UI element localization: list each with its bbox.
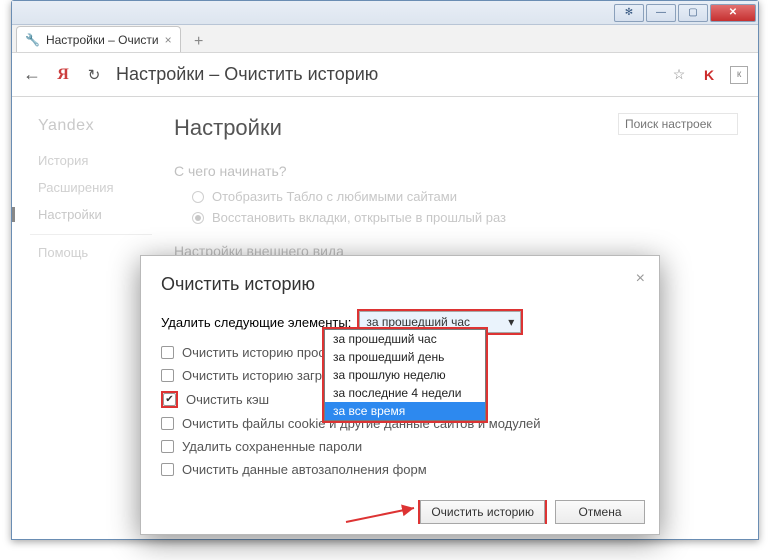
radio-restore-tabs[interactable]: Восстановить вкладки, открытые в прошлый… [192, 210, 736, 225]
sidebar-item-extensions[interactable]: Расширения [38, 180, 152, 195]
checkbox-label: Очистить кэш [186, 392, 269, 407]
bookmark-star-icon[interactable]: ☆ [670, 66, 688, 84]
browser-window: ✻ — ▢ ✕ 🔧 Настройки – Очисти × + ← Я ↻ Н… [11, 0, 759, 540]
extension-icon[interactable]: к [730, 66, 748, 84]
wrench-icon: 🔧 [25, 33, 40, 47]
clear-button-highlight: Очистить историю [418, 500, 547, 524]
brand-label: Yandex [38, 117, 152, 135]
tab-strip: 🔧 Настройки – Очисти × + [12, 25, 758, 53]
search-input-field[interactable] [618, 113, 738, 135]
dropdown-option-week[interactable]: за прошлую неделю [325, 366, 485, 384]
sidebar-item-history[interactable]: История [38, 153, 152, 168]
section-startup: С чего начинать? [174, 163, 736, 179]
sidebar-item-settings[interactable]: Настройки [38, 207, 152, 222]
checkbox-label: Удалить сохраненные пароли [182, 439, 362, 454]
dropdown-option-hour[interactable]: за прошедший час [325, 330, 485, 348]
tab-settings[interactable]: 🔧 Настройки – Очисти × [16, 26, 181, 52]
radio-show-tablo[interactable]: Отобразить Табло с любимыми сайтами [192, 189, 736, 204]
checkbox-icon [161, 346, 174, 359]
back-button[interactable]: ← [22, 65, 42, 85]
radio-icon [192, 191, 204, 203]
minimize-button[interactable]: — [646, 4, 676, 22]
checkbox-clear-autofill[interactable]: Очистить данные автозаполнения форм [161, 462, 639, 477]
dropdown-option-all-time[interactable]: за все время [325, 402, 485, 420]
chevron-down-icon: ▾ [508, 315, 514, 329]
checkbox-icon [163, 393, 176, 406]
cache-highlight [161, 391, 178, 408]
dialog-title: Очистить историю [161, 274, 639, 295]
sidebar-item-help[interactable]: Помощь [38, 245, 152, 260]
radio-label: Отобразить Табло с любимыми сайтами [212, 189, 457, 204]
time-range-dropdown: за прошедший час за прошедший день за пр… [322, 327, 488, 423]
checkbox-clear-passwords[interactable]: Удалить сохраненные пароли [161, 439, 639, 454]
checkbox-label: Очистить данные автозаполнения форм [182, 462, 427, 477]
reload-button[interactable]: ↻ [84, 65, 104, 85]
checkbox-icon [161, 463, 174, 476]
dialog-button-row: Очистить историю Отмена [418, 500, 645, 524]
settings-window-button[interactable]: ✻ [614, 4, 644, 22]
maximize-button[interactable]: ▢ [678, 4, 708, 22]
dropdown-option-4weeks[interactable]: за последние 4 недели [325, 384, 485, 402]
toolbar: ← Я ↻ Настройки – Очистить историю ☆ K к [12, 53, 758, 97]
search-settings-input[interactable] [618, 113, 738, 135]
checkbox-icon [161, 440, 174, 453]
new-tab-button[interactable]: + [187, 32, 211, 52]
sidebar: Yandex История Расширения Настройки Помо… [12, 97, 152, 539]
titlebar: ✻ — ▢ ✕ [12, 1, 758, 25]
checkbox-label: Очистить историю загруз [182, 368, 334, 383]
yandex-logo-icon: Я [54, 66, 72, 84]
radio-icon [192, 212, 204, 224]
kaspersky-icon[interactable]: K [700, 66, 718, 84]
checkbox-icon [161, 369, 174, 382]
window-close-button[interactable]: ✕ [710, 4, 756, 22]
checkbox-label: Очистить историю просм [182, 345, 334, 360]
clear-history-button[interactable]: Очистить историю [420, 500, 545, 524]
dialog-close-button[interactable]: × [636, 270, 645, 288]
checkbox-icon [161, 417, 174, 430]
address-text[interactable]: Настройки – Очистить историю [116, 64, 378, 85]
radio-label: Восстановить вкладки, открытые в прошлый… [212, 210, 506, 225]
cancel-button[interactable]: Отмена [555, 500, 645, 524]
tab-title: Настройки – Очисти [46, 33, 159, 47]
dropdown-option-day[interactable]: за прошедший день [325, 348, 485, 366]
close-tab-button[interactable]: × [165, 33, 172, 47]
